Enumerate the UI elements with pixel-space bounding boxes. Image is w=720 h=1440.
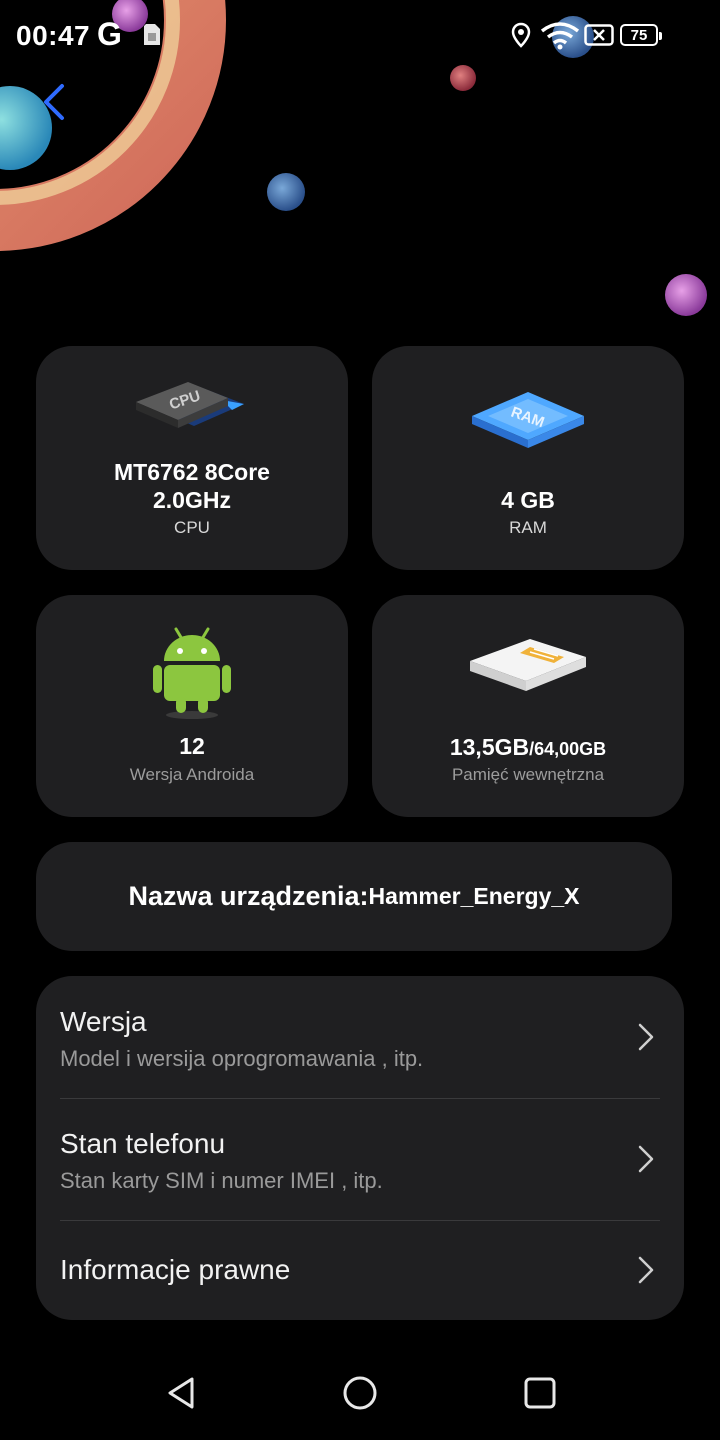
no-sim-icon (584, 24, 614, 46)
battery-icon: 75 (620, 24, 662, 46)
cpu-card: CPU MT6762 8Core 2.0GHz CPU (36, 346, 348, 570)
device-name-label: Nazwa urządzenia: (128, 881, 369, 911)
ram-label: RAM (509, 518, 547, 537)
menu-item-subtitle: Model i wersija oprogromawania , itp. (60, 1046, 424, 1071)
cpu-frequency: 2.0GHz (153, 487, 231, 513)
cpu-value: MT6762 8Core 2.0GHz (36, 458, 348, 514)
cpu-label: CPU (174, 518, 210, 537)
menu-item-legal-info[interactable]: Informacje prawne (36, 1220, 684, 1320)
menu-item-title: Informacje prawne (60, 1254, 291, 1285)
sim-card-icon (144, 24, 160, 45)
status-time: 00:47 (16, 20, 91, 51)
about-phone-screen: 00:47 G 75 CPU MT6762 8Core 2.0GHz CPU R… (0, 0, 720, 1440)
chevron-right-icon (638, 1145, 654, 1173)
ram-card: RAM 4 GB RAM (372, 346, 684, 570)
storage-card: 13,5GB/64,00GB Pamięć wewnętrzna (372, 595, 684, 817)
android-version-card: 12 Wersja Androida (36, 595, 348, 817)
storage-used: 13,5GB (449, 734, 530, 760)
cpu-model: MT6762 8Core (114, 459, 270, 485)
ram-chip-icon: RAM (472, 392, 584, 448)
wifi-icon (540, 22, 580, 50)
location-icon (511, 22, 531, 48)
device-name-card: Nazwa urządzenia: Hammer_Energy_X (36, 842, 672, 951)
menu-item-phone-status[interactable]: Stan telefonu Stan karty SIM i numer IME… (36, 1098, 684, 1220)
storage-card-icon (470, 639, 586, 691)
device-name-value: Hammer_Energy_X (368, 883, 580, 909)
android-version-value: 12 (179, 733, 205, 759)
nav-home-icon[interactable] (340, 1373, 380, 1413)
back-arrow-icon[interactable] (38, 82, 74, 122)
status-bar: 00:47 G 75 (0, 0, 720, 72)
cpu-chip-icon: CPU (136, 382, 244, 428)
storage-total: /64,00GB (529, 739, 607, 759)
menu-item-title: Wersja (60, 1006, 147, 1037)
android-robot-icon (153, 627, 231, 719)
storage-label: Pamięć wewnętrzna (451, 765, 605, 784)
chevron-right-icon (638, 1256, 654, 1284)
about-menu-list: Wersja Model i wersija oprogromawania , … (36, 976, 684, 1320)
android-version-label: Wersja Androida (129, 765, 255, 784)
menu-item-subtitle: Stan karty SIM i numer IMEI , itp. (60, 1168, 383, 1193)
nav-back-icon[interactable] (162, 1373, 202, 1413)
google-icon: G (97, 16, 122, 52)
nav-recents-icon[interactable] (520, 1373, 560, 1413)
menu-item-title: Stan telefonu (60, 1128, 226, 1159)
navigation-bar (0, 1340, 720, 1440)
battery-level: 75 (630, 26, 648, 44)
storage-value: 13,5GB/64,00GB (372, 733, 684, 763)
chevron-right-icon (638, 1023, 654, 1051)
ram-value: 4 GB (501, 487, 555, 513)
menu-item-version[interactable]: Wersja Model i wersija oprogromawania , … (36, 976, 684, 1098)
